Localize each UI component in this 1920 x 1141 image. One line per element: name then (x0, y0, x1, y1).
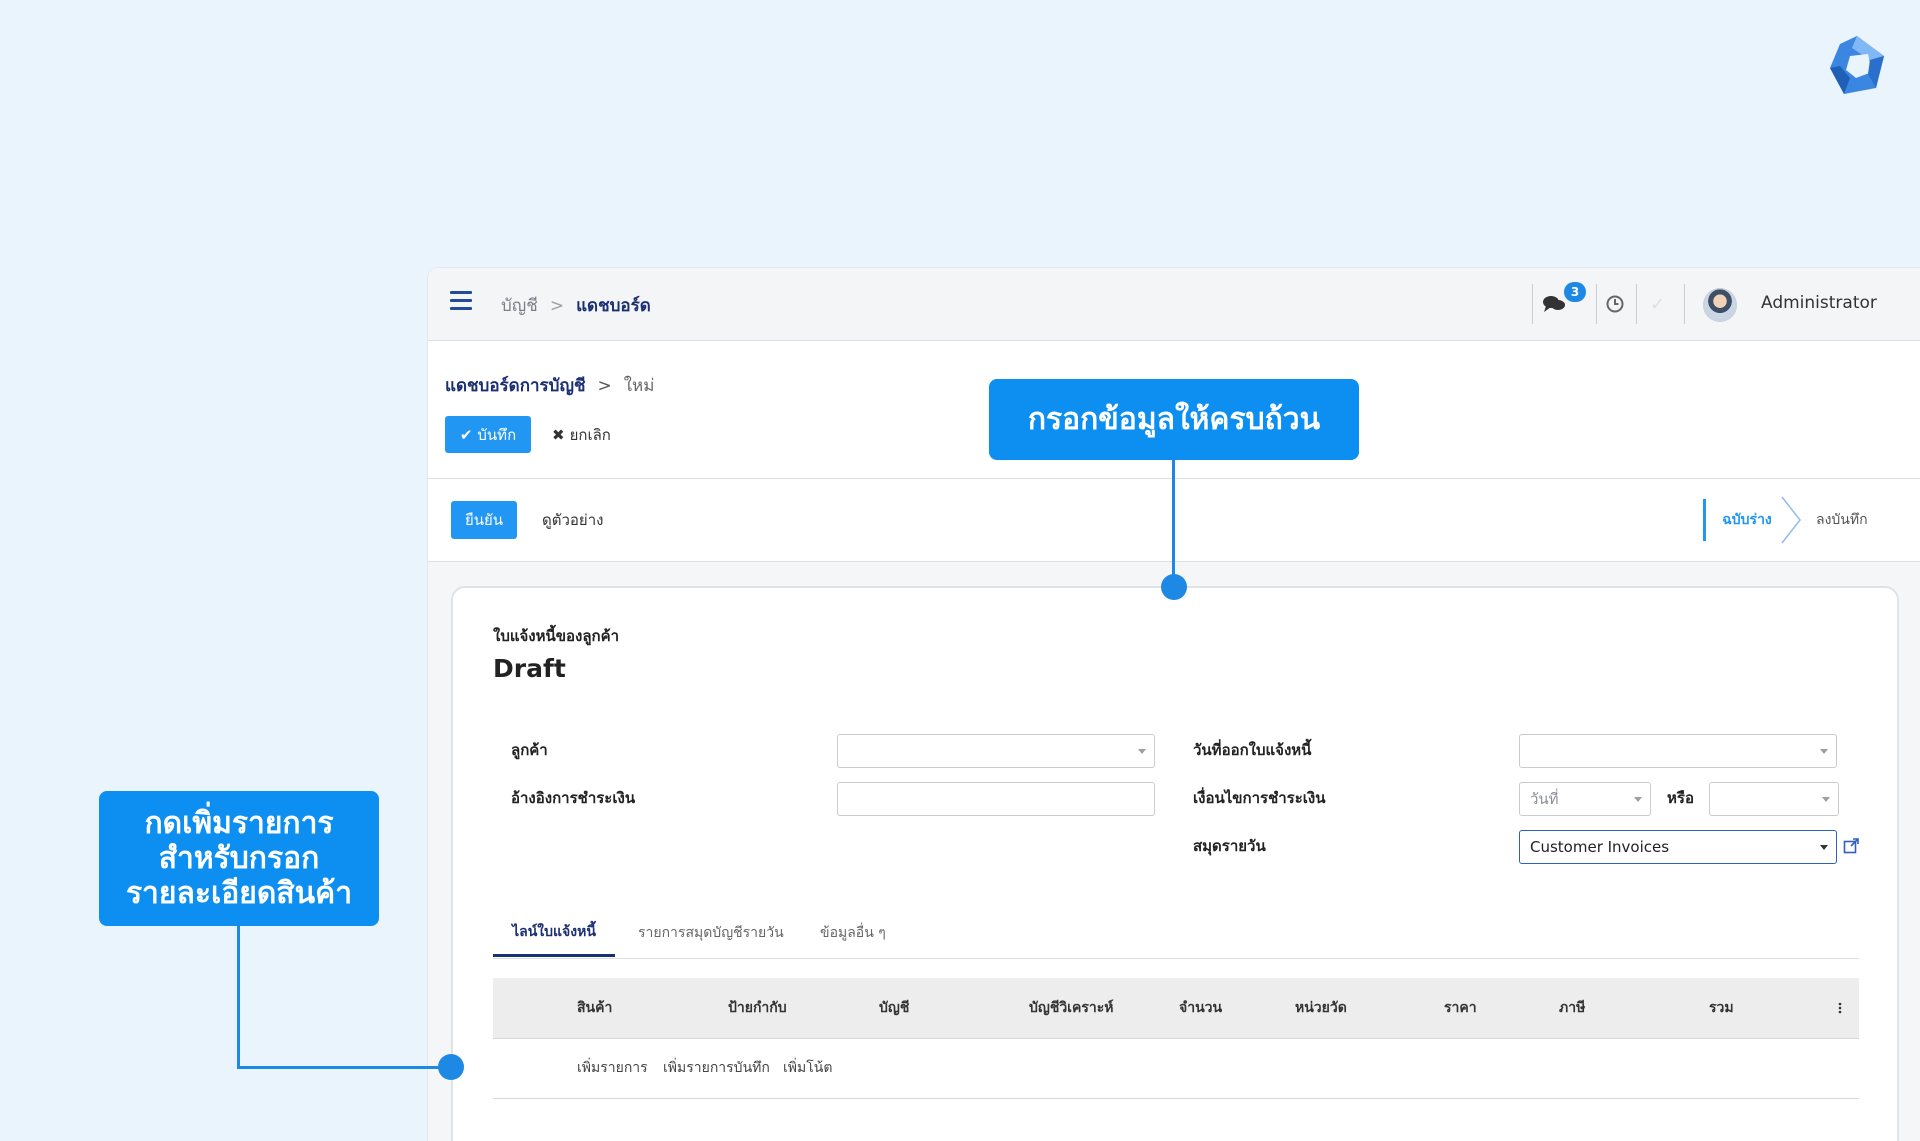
document-status-title: Draft (493, 654, 566, 683)
preview-button[interactable]: ดูตัวอย่าง (536, 501, 609, 539)
column-header[interactable]: ภาษี (1559, 978, 1585, 1038)
journal-value: Customer Invoices (1530, 838, 1670, 856)
journal-label: สมุดรายวัน (1193, 837, 1266, 855)
or-label: หรือ (1667, 789, 1694, 807)
payment-ref-label: อ้างอิงการชำระเงิน (511, 789, 636, 807)
clock-icon[interactable] (1605, 294, 1625, 314)
callout-connector (237, 1066, 451, 1069)
callout-connector (237, 924, 240, 1069)
column-header[interactable]: บัญชีวิเคราะห์ (1029, 978, 1113, 1038)
top-breadcrumb: บัญชี > แดชบอร์ด (501, 292, 651, 319)
column-header[interactable]: จำนวน (1179, 978, 1222, 1038)
journal-select[interactable]: Customer Invoices (1519, 830, 1837, 864)
hamburger-icon[interactable] (450, 291, 472, 311)
customer-field[interactable] (837, 734, 1155, 768)
breadcrumb-separator: > (597, 375, 612, 396)
control-panel-breadcrumb: แดชบอร์ดการบัญชี > ใหม่ (445, 372, 654, 399)
save-button-label: บันทึก (477, 425, 517, 444)
column-header[interactable]: รวม (1709, 978, 1734, 1038)
add-section-link[interactable]: เพิ่มรายการบันทึก (663, 1038, 770, 1098)
callout-dot (1161, 574, 1187, 600)
close-icon: ✖ (552, 425, 565, 444)
table-row: เพิ่มรายการ เพิ่มรายการบันทึก เพิ่มโน้ต (493, 1038, 1859, 1099)
table-header: สินค้า ป้ายกำกับ บัญชี บัญชีวิเคราะห์ จำ… (493, 978, 1859, 1039)
divider (1684, 284, 1685, 324)
column-header[interactable]: หน่วยวัด (1295, 978, 1347, 1038)
payment-terms-label: เงื่อนไขการชำระเงิน (1193, 789, 1326, 807)
breadcrumb-current: ใหม่ (623, 376, 655, 396)
confirm-button[interactable]: ยืนยัน (451, 501, 517, 539)
user-name[interactable]: Administrator (1761, 293, 1877, 313)
column-header[interactable]: ราคา (1444, 978, 1477, 1038)
column-header[interactable]: ป้ายกำกับ (728, 978, 787, 1038)
invoice-form-sheet: ใบแจ้งหนี้ของลูกค้า Draft ลูกค้า อ้างอิง… (451, 586, 1899, 1141)
invoice-date-field[interactable] (1519, 734, 1837, 768)
stage-posted[interactable]: ลงบันทึก (1816, 499, 1868, 541)
chevron-right-icon (1781, 496, 1801, 544)
avatar[interactable] (1703, 288, 1737, 322)
breadcrumb-root[interactable]: บัญชี (501, 292, 538, 319)
external-link-icon[interactable] (1843, 838, 1859, 854)
tab-other-info[interactable]: ข้อมูลอื่น ๆ (820, 910, 886, 956)
breadcrumb-separator: > (549, 295, 565, 316)
customer-label: ลูกค้า (511, 741, 548, 759)
divider (1532, 284, 1533, 324)
callout-add-line: กดเพิ่มรายการ สำหรับกรอก รายละเอียดสินค้… (99, 791, 379, 926)
column-header[interactable]: สินค้า (577, 978, 612, 1038)
top-navbar: บัญชี > แดชบอร์ด 3 ✓ Administrator (428, 268, 1920, 341)
breadcrumb-parent[interactable]: แดชบอร์ดการบัญชี (445, 372, 586, 399)
form-tabs: ไลน์ใบแจ้งหนี้ รายการสมุดบัญชีรายวัน ข้อ… (493, 910, 1859, 959)
add-line-link[interactable]: เพิ่มรายการ (577, 1038, 648, 1098)
check-icon: ✔ (459, 425, 473, 444)
column-header[interactable]: บัญชี (879, 978, 909, 1038)
payment-date-select[interactable] (1709, 782, 1839, 816)
chat-badge: 3 (1564, 282, 1586, 302)
payment-terms-select[interactable]: วันที่ (1519, 782, 1651, 816)
tab-journal-items[interactable]: รายการสมุดบัญชีรายวัน (638, 910, 784, 956)
divider (1596, 284, 1597, 324)
callout-dot (438, 1054, 464, 1080)
document-type: ใบแจ้งหนี้ของลูกค้า (493, 627, 620, 645)
brand-logo-icon (1830, 36, 1884, 94)
callout-line: สำหรับกรอก (158, 841, 320, 876)
save-button[interactable]: ✔ บันทึก (445, 416, 531, 453)
tab-invoice-lines[interactable]: ไลน์ใบแจ้งหนี้ (493, 910, 615, 957)
kebab-menu-icon[interactable] (1837, 1002, 1843, 1014)
cancel-button-label: ยกเลิก (569, 425, 611, 444)
chat-icon[interactable] (1542, 294, 1566, 314)
callout-line: รายละเอียดสินค้า (125, 876, 353, 911)
divider (1636, 284, 1637, 324)
payment-terms-placeholder: วันที่ (1530, 790, 1559, 808)
payment-ref-field[interactable] (837, 782, 1155, 816)
cancel-button[interactable]: ✖ ยกเลิก (546, 416, 617, 453)
invoice-date-label: วันที่ออกใบแจ้งหนี้ (1193, 741, 1312, 759)
stage-draft[interactable]: ฉบับร่าง (1703, 499, 1788, 541)
check-icon: ✓ (1650, 294, 1666, 315)
callout-fill-info: กรอกข้อมูลให้ครบถ้วน (989, 379, 1359, 460)
callout-line: กดเพิ่มรายการ (144, 806, 334, 841)
breadcrumb-current: แดชบอร์ด (576, 296, 651, 316)
add-note-link[interactable]: เพิ่มโน้ต (783, 1038, 832, 1098)
callout-connector (1172, 458, 1175, 586)
